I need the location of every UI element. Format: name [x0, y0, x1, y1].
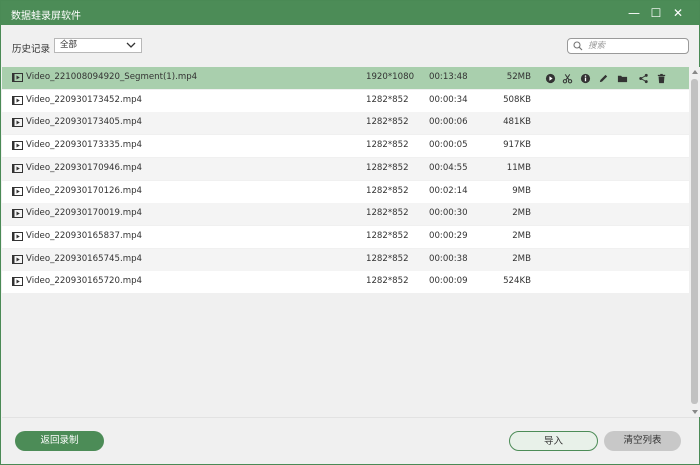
file-duration: 00:00:06 — [429, 117, 468, 128]
scrollbar[interactable] — [689, 67, 700, 417]
info-icon[interactable] — [578, 71, 592, 85]
file-row[interactable]: Video_221008094920_Segment(1).mp4 1920*10… — [2, 67, 689, 89]
file-name: Video_220930170126.mp4 — [26, 185, 143, 196]
filter-value: 全部 — [60, 40, 78, 50]
search-box[interactable] — [567, 38, 689, 54]
video-file-icon — [12, 163, 23, 173]
video-file-icon — [12, 254, 23, 264]
file-name: Video_220930165720.mp4 — [26, 276, 143, 287]
file-resolution: 1282*852 — [366, 276, 409, 287]
back-to-record-button[interactable]: 返回录制 — [15, 431, 104, 451]
file-row[interactable]: Video_220930165837.mp4 1282*852 00:00:29 2M… — [2, 225, 689, 248]
video-file-icon — [12, 277, 23, 287]
file-row[interactable]: Video_220930165720.mp4 1282*852 00:00:09 52… — [2, 271, 689, 294]
video-file-icon — [12, 231, 23, 241]
file-size: 9MB — [512, 185, 531, 196]
video-file-icon — [12, 141, 23, 151]
file-duration: 00:13:48 — [429, 72, 468, 82]
share-icon[interactable] — [636, 71, 650, 85]
video-file-icon — [12, 73, 23, 82]
footer-divider — [2, 417, 699, 418]
video-file-icon — [12, 95, 23, 105]
file-duration: 00:00:05 — [429, 140, 468, 151]
file-duration: 00:04:55 — [429, 162, 468, 173]
file-duration: 00:00:38 — [429, 253, 468, 264]
video-file-icon — [12, 118, 23, 128]
file-name: Video_220930170019.mp4 — [26, 208, 143, 219]
chevron-down-icon — [126, 42, 136, 48]
toolbar: 历史记录 全部 — [1, 25, 699, 65]
file-name: Video_220930170946.mp4 — [26, 162, 143, 173]
file-resolution: 1920*1080 — [366, 72, 415, 82]
file-resolution: 1282*852 — [366, 162, 409, 173]
close-button[interactable]: ✕ — [667, 4, 689, 22]
file-size: 524KB — [503, 276, 531, 287]
file-resolution: 1282*852 — [366, 94, 409, 105]
scrollbar-thumb[interactable] — [691, 79, 698, 404]
maximize-button[interactable]: ☐ — [645, 4, 667, 22]
file-name: Video_221008094920_Segment(1).mp4 — [26, 72, 198, 82]
minimize-button[interactable]: — — [623, 4, 645, 22]
video-file-icon — [12, 209, 23, 219]
pencil-icon[interactable] — [596, 71, 610, 85]
app-window: 数据蛙录屏软件 — ☐ ✕ 历史记录 全部 Video_221008094920… — [0, 0, 700, 465]
trash-icon[interactable] — [654, 71, 668, 85]
scroll-up-icon[interactable] — [692, 70, 698, 74]
file-resolution: 1282*852 — [366, 230, 409, 241]
file-name: Video_220930165837.mp4 — [26, 230, 143, 241]
file-name: Video_220930173405.mp4 — [26, 117, 143, 128]
file-size: 508KB — [503, 94, 531, 105]
file-duration: 00:00:09 — [429, 276, 468, 287]
filter-dropdown[interactable]: 全部 — [54, 38, 142, 53]
file-duration: 00:00:34 — [429, 94, 468, 105]
scroll-down-icon[interactable] — [692, 410, 698, 414]
search-input[interactable] — [588, 40, 684, 52]
file-row[interactable]: Video_220930170019.mp4 1282*852 00:00:30 2M… — [2, 203, 689, 226]
search-icon — [573, 41, 583, 51]
file-row[interactable]: Video_220930170126.mp4 1282*852 00:02:14 9M… — [2, 180, 689, 203]
clear-list-button[interactable]: 清空列表 — [604, 431, 681, 451]
file-row[interactable]: Video_220930165745.mp4 1282*852 00:00:38 2M… — [2, 248, 689, 271]
file-resolution: 1282*852 — [366, 208, 409, 219]
file-list: Video_221008094920_Segment(1).mp4 1920*10… — [2, 67, 689, 417]
file-duration: 00:00:29 — [429, 230, 468, 241]
window-title: 数据蛙录屏软件 — [11, 11, 81, 22]
folder-icon[interactable] — [615, 71, 629, 85]
file-duration: 00:00:30 — [429, 208, 468, 219]
file-resolution: 1282*852 — [366, 117, 409, 128]
file-row[interactable]: Video_220930173405.mp4 1282*852 00:00:06 48… — [2, 112, 689, 135]
scissors-icon[interactable] — [560, 71, 574, 85]
file-row[interactable]: Video_220930170946.mp4 1282*852 00:04:55 11… — [2, 157, 689, 180]
video-file-icon — [12, 186, 23, 196]
file-size: 2MB — [512, 253, 531, 264]
file-duration: 00:02:14 — [429, 185, 468, 196]
file-size: 11MB — [506, 162, 531, 173]
file-row[interactable]: Video_220930173452.mp4 1282*852 00:00:34 50… — [2, 89, 689, 112]
file-size: 52MB — [506, 72, 531, 82]
import-button[interactable]: 导入 — [509, 431, 598, 451]
file-resolution: 1282*852 — [366, 140, 409, 151]
history-label: 历史记录 — [12, 44, 51, 55]
file-resolution: 1282*852 — [366, 185, 409, 196]
file-size: 481KB — [503, 117, 531, 128]
file-size: 2MB — [512, 208, 531, 219]
file-name: Video_220930173452.mp4 — [26, 94, 143, 105]
title-bar[interactable]: 数据蛙录屏软件 — ☐ ✕ — [1, 1, 699, 25]
file-name: Video_220930165745.mp4 — [26, 253, 143, 264]
play-icon[interactable] — [543, 71, 557, 85]
file-row[interactable]: Video_220930173335.mp4 1282*852 00:00:05 91… — [2, 135, 689, 158]
file-size: 917KB — [503, 140, 531, 151]
file-size: 2MB — [512, 230, 531, 241]
file-name: Video_220930173335.mp4 — [26, 140, 143, 151]
file-resolution: 1282*852 — [366, 253, 409, 264]
